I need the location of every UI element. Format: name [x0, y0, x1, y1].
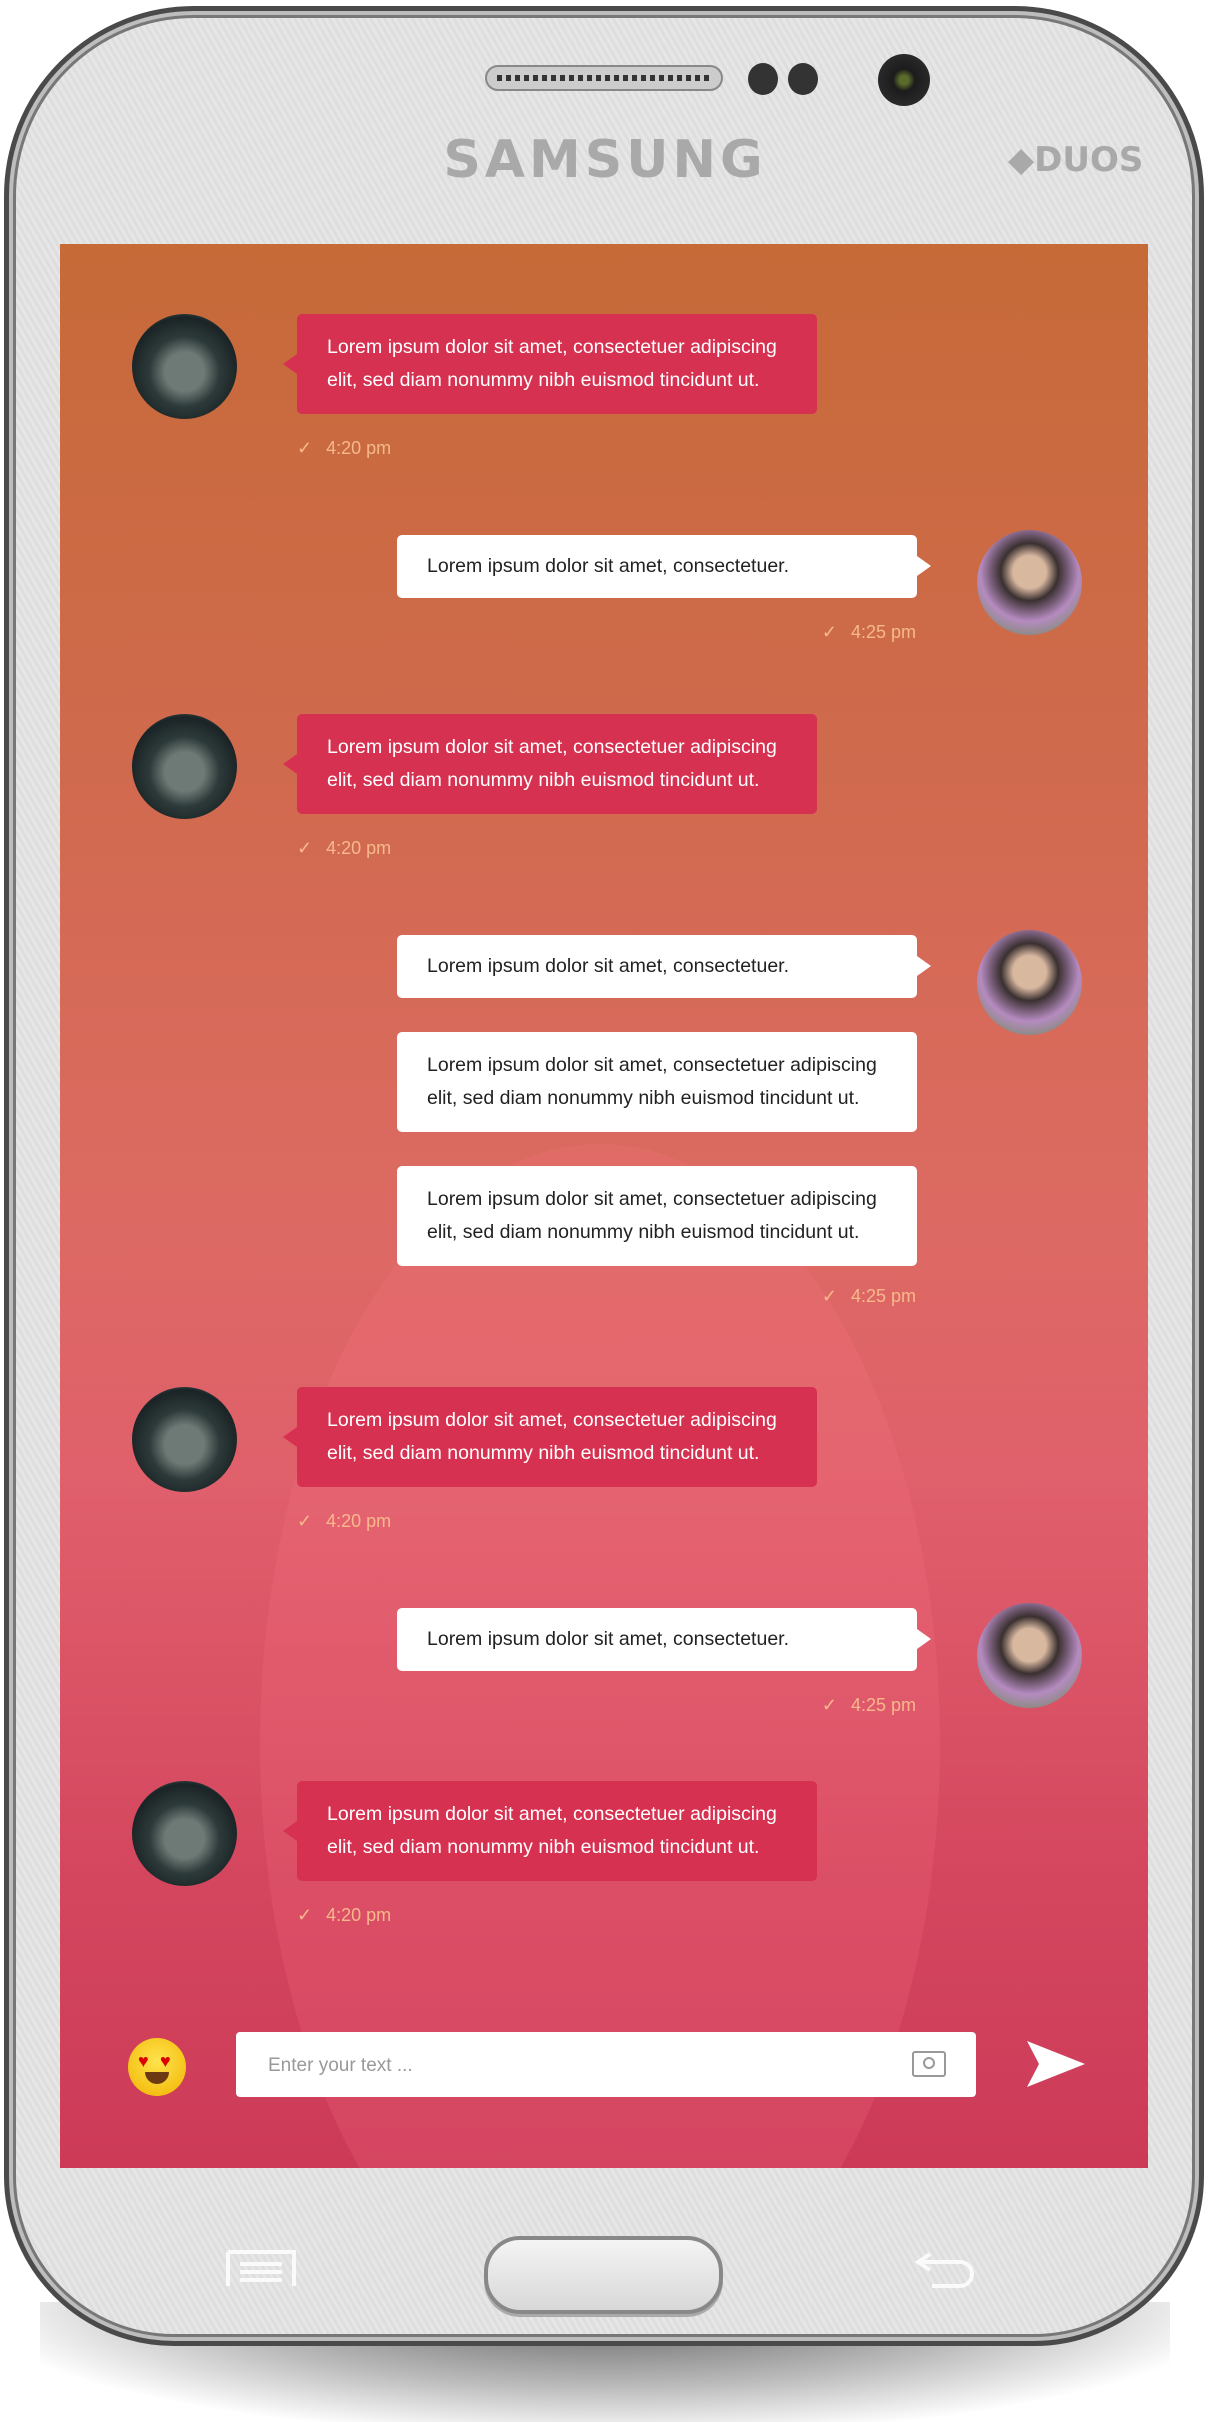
- message-bubble[interactable]: Lorem ipsum dolor sit amet, consectetuer…: [397, 1032, 917, 1132]
- camera-icon[interactable]: [912, 2051, 946, 2077]
- check-icon: ✓: [297, 1905, 313, 1925]
- message-timestamp: ✓ 4:25 pm: [822, 622, 916, 643]
- timestamp-text: 4:20 pm: [326, 1511, 392, 1531]
- send-icon[interactable]: [1027, 2041, 1085, 2087]
- message-bubble[interactable]: Lorem ipsum dolor sit amet, consectetuer…: [283, 1781, 817, 1881]
- avatar[interactable]: [132, 314, 237, 419]
- earpiece-speaker: [485, 65, 723, 91]
- home-button[interactable]: [484, 2236, 723, 2314]
- timestamp-text: 4:25 pm: [850, 1286, 916, 1306]
- heart-eyes-emoji-icon[interactable]: ♥ ♥: [128, 2038, 186, 2096]
- message-timestamp: ✓ 4:25 pm: [822, 1286, 916, 1307]
- message-timestamp: ✓ 4:20 pm: [297, 1511, 391, 1532]
- avatar[interactable]: [132, 714, 237, 819]
- check-icon: ✓: [821, 1286, 837, 1306]
- timestamp-text: 4:20 pm: [326, 438, 392, 458]
- check-icon: ✓: [297, 838, 313, 858]
- timestamp-text: 4:20 pm: [326, 838, 392, 858]
- message-bubble[interactable]: Lorem ipsum dolor sit amet, consectetuer…: [397, 535, 931, 598]
- message-timestamp: ✓ 4:20 pm: [297, 838, 391, 859]
- message-timestamp: ✓ 4:20 pm: [297, 438, 391, 459]
- light-sensor: [788, 63, 818, 95]
- message-bubble[interactable]: Lorem ipsum dolor sit amet, consectetuer…: [283, 714, 817, 814]
- check-icon: ✓: [297, 1511, 313, 1531]
- message-bubble[interactable]: Lorem ipsum dolor sit amet, consectetuer…: [283, 1387, 817, 1487]
- front-camera: [878, 54, 930, 106]
- avatar[interactable]: [132, 1387, 237, 1492]
- message-bubble[interactable]: Lorem ipsum dolor sit amet, consectetuer…: [397, 1166, 917, 1266]
- timestamp-text: 4:25 pm: [850, 622, 916, 642]
- check-icon: ✓: [821, 622, 837, 642]
- check-icon: ✓: [821, 1695, 837, 1715]
- avatar[interactable]: [977, 930, 1082, 1035]
- check-icon: ✓: [297, 438, 313, 458]
- message-bubble[interactable]: Lorem ipsum dolor sit amet, consectetuer…: [283, 314, 817, 414]
- timestamp-text: 4:25 pm: [850, 1695, 916, 1715]
- message-input[interactable]: [266, 2032, 870, 2099]
- back-key-icon[interactable]: [912, 2248, 982, 2288]
- duos-badge: ◆DUOS: [1008, 140, 1144, 180]
- message-bubble[interactable]: Lorem ipsum dolor sit amet, consectetuer…: [397, 1608, 931, 1671]
- avatar[interactable]: [977, 530, 1082, 635]
- message-timestamp: ✓ 4:25 pm: [822, 1695, 916, 1716]
- avatar[interactable]: [132, 1781, 237, 1886]
- message-bubble[interactable]: Lorem ipsum dolor sit amet, consectetuer…: [397, 935, 931, 998]
- message-input-box[interactable]: [236, 2032, 976, 2099]
- message-timestamp: ✓ 4:20 pm: [297, 1905, 391, 1926]
- chat-screen: Lorem ipsum dolor sit amet, consectetuer…: [60, 244, 1148, 2168]
- proximity-sensor: [748, 63, 778, 95]
- menu-key-icon[interactable]: [226, 2248, 296, 2288]
- avatar[interactable]: [977, 1603, 1082, 1708]
- timestamp-text: 4:20 pm: [326, 1905, 392, 1925]
